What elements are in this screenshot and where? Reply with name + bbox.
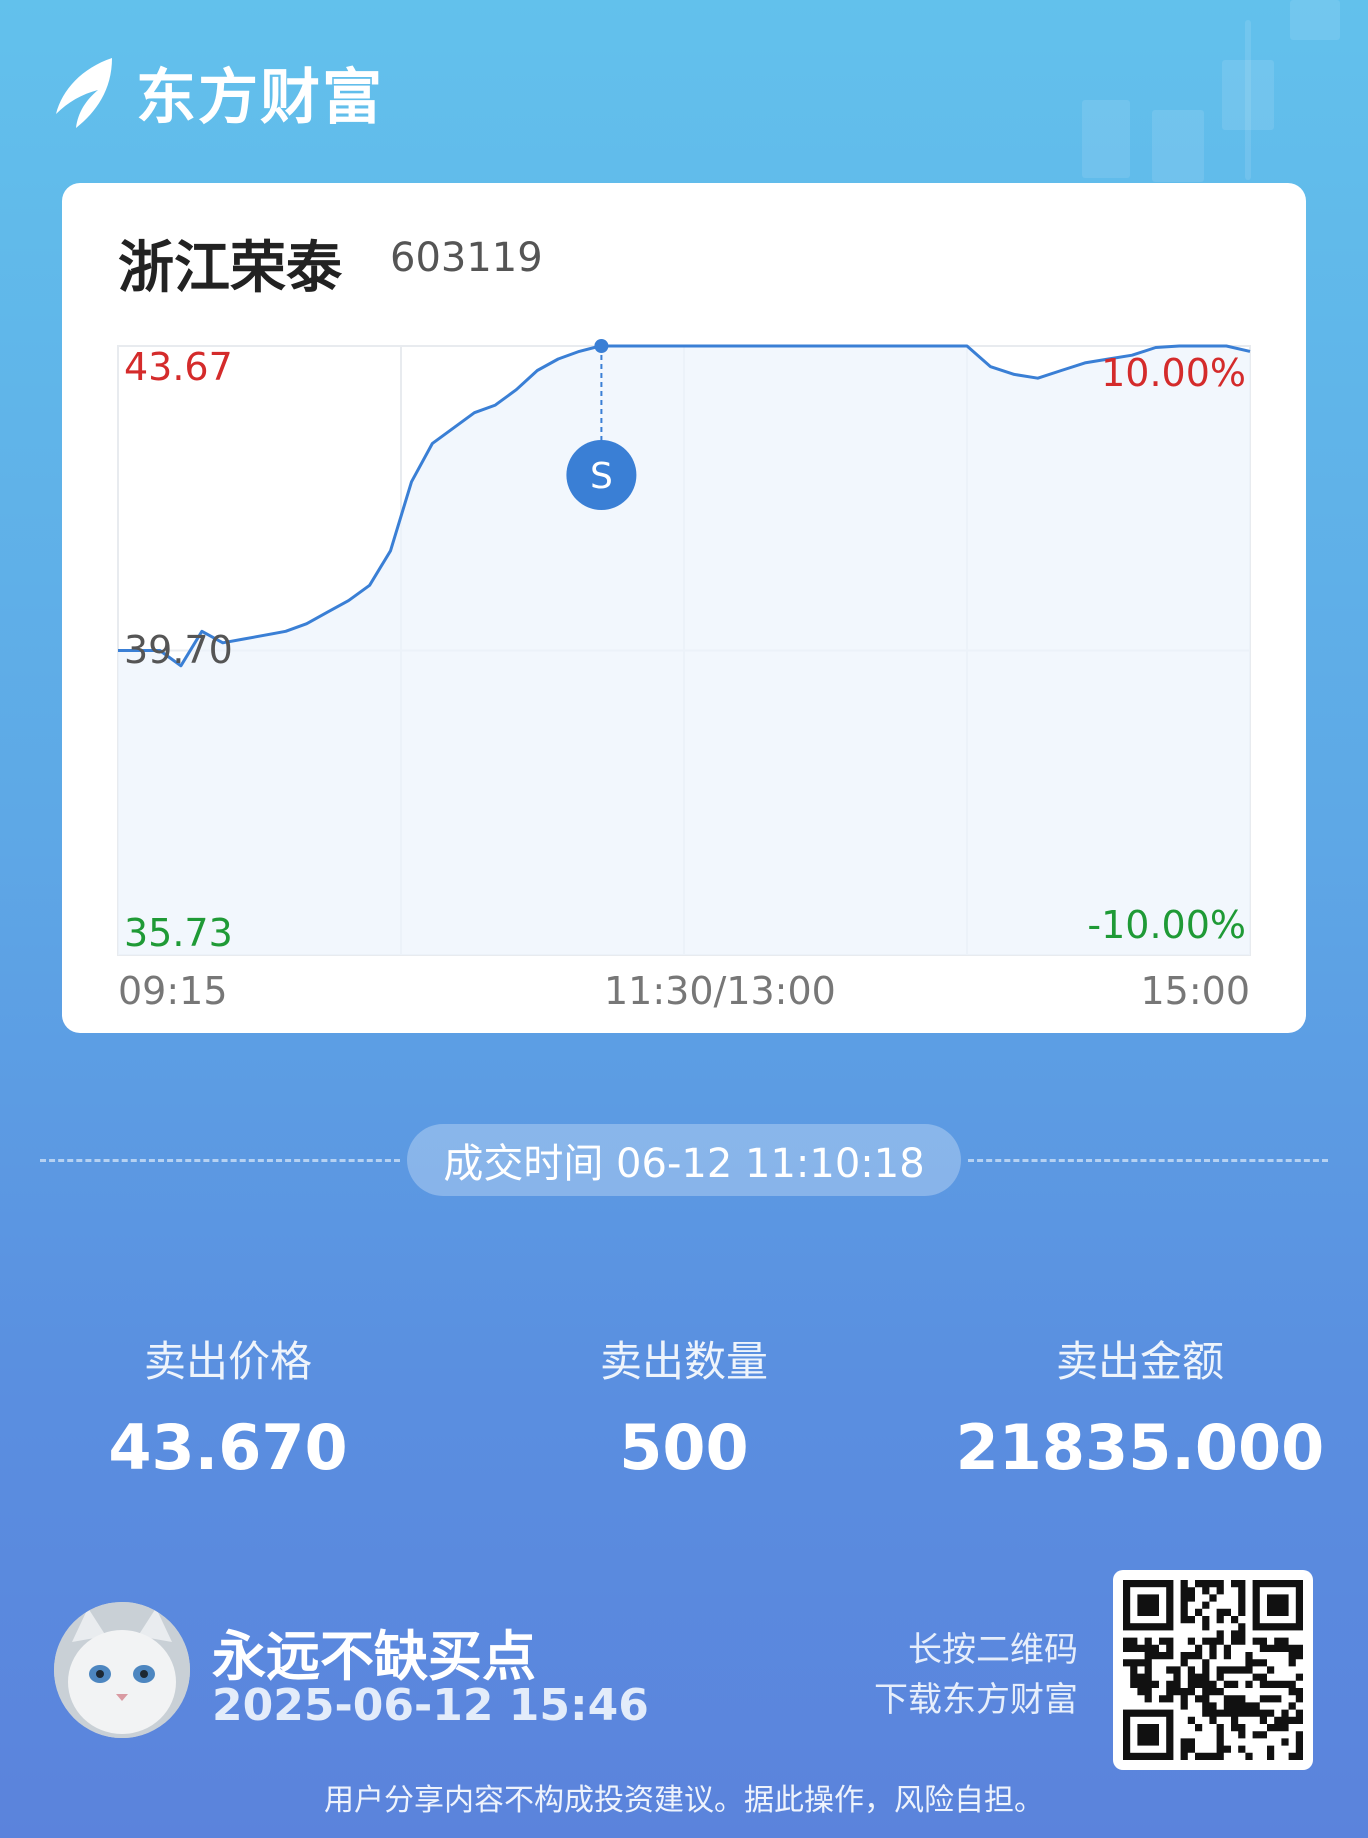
sell-marker-label: S (590, 456, 613, 497)
bg-candle (1290, 0, 1340, 40)
brand-leaf-icon (56, 58, 112, 128)
qr-hint-line: 下载东方财富 (874, 1680, 1078, 1720)
trade-point (594, 339, 609, 353)
stat-sell-price: 卖出价格 43.670 (18, 1328, 438, 1484)
divider-right (968, 1159, 1328, 1162)
stat-sell-amount: 卖出金额 21835.000 (930, 1328, 1350, 1484)
divider-left (40, 1159, 400, 1162)
price-low-label: 35.73 (124, 911, 233, 955)
bg-candle (1152, 110, 1204, 182)
stock-card: 浙江荣泰 603119 S 43.67 39.70 35.73 10.00% -… (62, 183, 1306, 1033)
stat-label: 卖出价格 (143, 1337, 312, 1386)
stat-sell-quantity: 卖出数量 500 (474, 1328, 894, 1484)
pct-low-label: -10.00% (1087, 903, 1246, 947)
qr-hint-line: 长按二维码 (908, 1630, 1078, 1670)
qr-code[interactable] (1113, 1570, 1313, 1770)
price-high-label: 43.67 (124, 345, 233, 389)
avatar[interactable] (54, 1602, 190, 1738)
stat-label: 卖出数量 (599, 1337, 768, 1386)
chart-area (118, 346, 1250, 955)
brand-logo: 东方财富 (52, 52, 384, 133)
time-mid-label: 11:30/13:00 (604, 969, 836, 1013)
trade-time-pill: 成交时间 06-12 11:10:18 (407, 1124, 961, 1196)
bg-candle (1082, 100, 1130, 178)
price-mid-label: 39.70 (124, 628, 233, 672)
bg-candle-wick (1245, 20, 1251, 180)
qr-hint: 长按二维码 下载东方财富 (850, 1625, 1078, 1725)
share-time: 2025-06-12 15:46 (212, 1680, 649, 1731)
disclaimer: 用户分享内容不构成投资建议。据此操作，风险自担。 (324, 1783, 1044, 1818)
cat-avatar-icon (54, 1602, 190, 1738)
stat-value: 43.670 (108, 1411, 348, 1484)
time-start-label: 09:15 (118, 969, 228, 1013)
time-end-label: 15:00 (1140, 969, 1250, 1013)
stat-value: 500 (619, 1411, 749, 1484)
pct-high-label: 10.00% (1101, 351, 1246, 395)
qr-code-icon (1123, 1580, 1303, 1760)
stat-label: 卖出金额 (1055, 1337, 1224, 1386)
stat-value: 21835.000 (955, 1411, 1325, 1484)
brand-name: 东方财富 (136, 62, 384, 133)
